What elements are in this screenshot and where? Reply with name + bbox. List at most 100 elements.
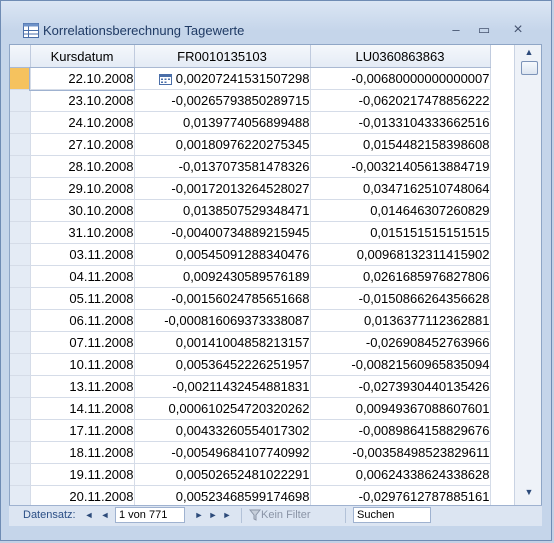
- cell-kursdatum[interactable]: 31.10.2008: [30, 221, 135, 244]
- record-selector[interactable]: [10, 89, 31, 112]
- table-row[interactable]: 05.11.2008 -0,00156024785651668 -0,0150866…: [10, 287, 491, 310]
- cell-lu0360863863[interactable]: 0,00949367088607601: [310, 397, 491, 420]
- cell-kursdatum[interactable]: 28.10.2008: [30, 155, 135, 178]
- record-selector[interactable]: [10, 199, 31, 222]
- cell-kursdatum[interactable]: 03.11.2008: [30, 243, 135, 266]
- record-selector[interactable]: [10, 397, 31, 420]
- cell-lu0360863863[interactable]: -0,0620217478856222: [310, 89, 491, 112]
- table-row[interactable]: 30.10.2008 0,0138507529348471 0,0146463072…: [10, 199, 491, 222]
- cell-kursdatum[interactable]: 19.11.2008: [30, 463, 135, 486]
- cell-fr0010135103[interactable]: -0,00172013264528027: [134, 177, 311, 200]
- scroll-thumb[interactable]: [521, 61, 538, 75]
- cell-fr0010135103[interactable]: 0,00207241531507298: [134, 67, 311, 90]
- table-row[interactable]: 03.11.2008 0,00545091288340476 0,009681323…: [10, 243, 491, 266]
- cell-fr0010135103[interactable]: 0,00141004858213157: [134, 331, 311, 354]
- cell-fr0010135103[interactable]: -0,00400734889215945: [134, 221, 311, 244]
- previous-record-icon[interactable]: ◄: [99, 508, 111, 523]
- record-selector[interactable]: [10, 419, 31, 442]
- record-selector[interactable]: [10, 155, 31, 178]
- record-selector[interactable]: [10, 133, 31, 156]
- table-row[interactable]: 29.10.2008 -0,00172013264528027 0,03471625…: [10, 177, 491, 200]
- cell-kursdatum[interactable]: 17.11.2008: [30, 419, 135, 442]
- cell-fr0010135103[interactable]: 0,0092430589576189: [134, 265, 311, 288]
- cell-lu0360863863[interactable]: -0,0089864158829676: [310, 419, 491, 442]
- scroll-up-arrow-icon[interactable]: ▲: [523, 47, 535, 57]
- cell-lu0360863863[interactable]: -0,0150866264356628: [310, 287, 491, 310]
- record-selector[interactable]: [10, 287, 31, 310]
- cell-fr0010135103[interactable]: -0,00549684107740992: [134, 441, 311, 464]
- cell-kursdatum[interactable]: 29.10.2008: [30, 177, 135, 200]
- first-record-icon[interactable]: ◄: [83, 508, 95, 523]
- table-row[interactable]: 07.11.2008 0,00141004858213157 -0,02690845…: [10, 331, 491, 354]
- table-row[interactable]: 24.10.2008 0,0139774056899488 -0,013310433…: [10, 111, 491, 134]
- record-selector[interactable]: [10, 177, 31, 200]
- record-selector[interactable]: [10, 111, 31, 134]
- maximize-button[interactable]: ▭: [471, 21, 497, 39]
- cell-lu0360863863[interactable]: -0,0133104333662516: [310, 111, 491, 134]
- cell-fr0010135103[interactable]: -0,00211432454881831: [134, 375, 311, 398]
- cell-kursdatum[interactable]: 07.11.2008: [30, 331, 135, 354]
- cell-lu0360863863[interactable]: 0,00968132311415902: [310, 243, 491, 266]
- cell-kursdatum[interactable]: 30.10.2008: [30, 199, 135, 222]
- minimize-button[interactable]: –: [443, 21, 469, 39]
- column-header-kursdatum[interactable]: Kursdatum: [30, 45, 135, 68]
- table-row[interactable]: 22.10.2008 0,00207241531507298 -0,00680000…: [10, 66, 491, 91]
- table-row[interactable]: 28.10.2008 -0,0137073581478326 -0,00321405…: [10, 155, 491, 178]
- record-selector[interactable]: [10, 243, 31, 266]
- cell-kursdatum[interactable]: 10.11.2008: [30, 353, 135, 376]
- cell-fr0010135103[interactable]: -0,000816069373338087: [134, 309, 311, 332]
- table-row[interactable]: 19.11.2008 0,00502652481022291 0,006243386…: [10, 463, 491, 486]
- table-row[interactable]: 13.11.2008 -0,00211432454881831 -0,0273930…: [10, 375, 491, 398]
- cell-fr0010135103[interactable]: -0,00265793850289715: [134, 89, 311, 112]
- table-row[interactable]: 06.11.2008 -0,000816069373338087 0,0136377…: [10, 309, 491, 332]
- cell-kursdatum[interactable]: 14.11.2008: [30, 397, 135, 420]
- cell-fr0010135103[interactable]: -0,0137073581478326: [134, 155, 311, 178]
- record-selector[interactable]: [10, 375, 31, 398]
- cell-kursdatum[interactable]: 06.11.2008: [30, 309, 135, 332]
- last-record-icon[interactable]: ►: [207, 508, 219, 523]
- cell-fr0010135103[interactable]: 0,0139774056899488: [134, 111, 311, 134]
- cell-lu0360863863[interactable]: 0,015151515151515: [310, 221, 491, 244]
- record-selector[interactable]: [10, 441, 31, 464]
- table-row[interactable]: 31.10.2008 -0,00400734889215945 0,01515151…: [10, 221, 491, 244]
- cell-kursdatum[interactable]: 05.11.2008: [30, 287, 135, 310]
- column-header-lu0360863863[interactable]: LU0360863863: [310, 45, 491, 68]
- cell-lu0360863863[interactable]: -0,00680000000000007: [310, 67, 491, 90]
- record-selector[interactable]: [10, 265, 31, 288]
- record-selector[interactable]: [10, 331, 31, 354]
- table-row[interactable]: 10.11.2008 0,00536452226251957 -0,00821560…: [10, 353, 491, 376]
- new-record-icon[interactable]: ►: [221, 508, 233, 523]
- cell-fr0010135103[interactable]: 0,00545091288340476: [134, 243, 311, 266]
- cell-kursdatum[interactable]: 23.10.2008: [30, 89, 135, 112]
- record-selector[interactable]: [10, 353, 31, 376]
- cell-lu0360863863[interactable]: 0,0154482158398608: [310, 133, 491, 156]
- cell-lu0360863863[interactable]: 0,0261685976827806: [310, 265, 491, 288]
- cell-kursdatum[interactable]: 13.11.2008: [30, 375, 135, 398]
- close-button[interactable]: ×: [505, 21, 531, 39]
- cell-lu0360863863[interactable]: 0,0347162510748064: [310, 177, 491, 200]
- cell-lu0360863863[interactable]: -0,00321405613884719: [310, 155, 491, 178]
- table-row[interactable]: 14.11.2008 0,000610254720320262 0,00949367…: [10, 397, 491, 420]
- cell-fr0010135103[interactable]: -0,00156024785651668: [134, 287, 311, 310]
- cell-kursdatum[interactable]: 22.10.2008: [29, 66, 135, 91]
- record-selector[interactable]: [10, 309, 31, 332]
- no-filter-button[interactable]: Kein Filter: [261, 509, 311, 521]
- table-row[interactable]: 04.11.2008 0,0092430589576189 0,0261685976…: [10, 265, 491, 288]
- cell-kursdatum[interactable]: 04.11.2008: [30, 265, 135, 288]
- table-row[interactable]: 23.10.2008 -0,00265793850289715 -0,0620217…: [10, 89, 491, 112]
- cell-fr0010135103[interactable]: 0,000610254720320262: [134, 397, 311, 420]
- cell-lu0360863863[interactable]: -0,0273930440135426: [310, 375, 491, 398]
- next-record-icon[interactable]: ►: [193, 508, 205, 523]
- cell-lu0360863863[interactable]: -0,026908452763966: [310, 331, 491, 354]
- cell-kursdatum[interactable]: 18.11.2008: [30, 441, 135, 464]
- current-record-field[interactable]: 1 von 771: [115, 507, 185, 523]
- search-field[interactable]: Suchen: [353, 507, 431, 523]
- cell-lu0360863863[interactable]: 0,014646307260829: [310, 199, 491, 222]
- cell-kursdatum[interactable]: 24.10.2008: [30, 111, 135, 134]
- record-selector[interactable]: [10, 221, 31, 244]
- table-row[interactable]: 18.11.2008 -0,00549684107740992 -0,0035849…: [10, 441, 491, 464]
- cell-kursdatum[interactable]: 27.10.2008: [30, 133, 135, 156]
- cell-fr0010135103[interactable]: 0,00536452226251957: [134, 353, 311, 376]
- cell-lu0360863863[interactable]: -0,00821560965835094: [310, 353, 491, 376]
- cell-lu0360863863[interactable]: 0,0136377112362881: [310, 309, 491, 332]
